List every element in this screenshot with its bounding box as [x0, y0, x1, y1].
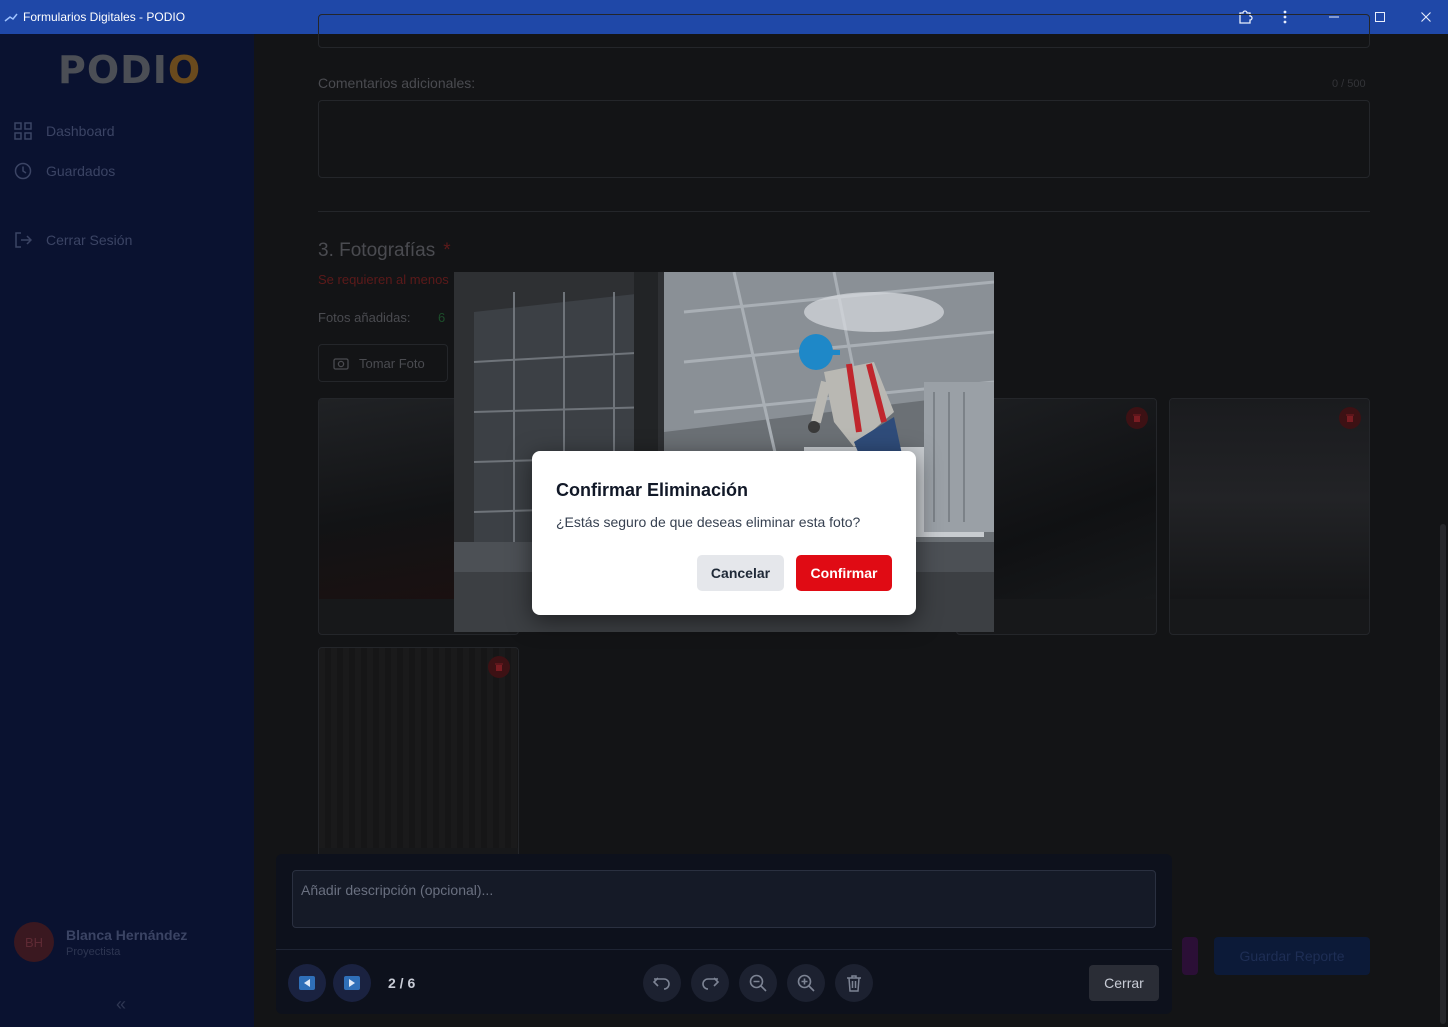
close-viewer-button[interactable]: Cerrar: [1089, 965, 1159, 1001]
delete-photo-button[interactable]: [835, 964, 873, 1002]
zoom-in-icon: [797, 974, 815, 992]
previous-photo-button[interactable]: [288, 964, 326, 1002]
trash-icon: [847, 975, 861, 992]
take-photo-label: Tomar Foto: [359, 355, 425, 371]
scrollbar[interactable]: [1440, 524, 1446, 1024]
previous-icon: [299, 976, 315, 990]
user-role: Proyectista: [66, 945, 121, 958]
sidebar-item-guardados[interactable]: Guardados: [14, 162, 115, 180]
zoom-in-button[interactable]: [787, 964, 825, 1002]
logout-icon: [15, 232, 32, 248]
confirm-button[interactable]: Confirmar: [796, 555, 892, 591]
user-name: Blanca Hernández: [66, 926, 188, 943]
window-title: Formularios Digitales - PODIO: [23, 10, 186, 24]
required-mark: *: [443, 240, 451, 261]
comments-counter: 0 / 500: [1332, 78, 1366, 90]
photos-added-label: Fotos añadidas:: [318, 310, 411, 325]
section-divider: [318, 211, 1370, 212]
photo-viewer-toolbar: 2 / 6 Cerrar: [276, 854, 1172, 1014]
comments-label: Comentarios adicionales:: [318, 75, 476, 91]
dialog-title: Confirmar Eliminación: [556, 480, 749, 500]
cancel-button[interactable]: Cancelar: [697, 555, 784, 591]
delete-photo-icon[interactable]: [488, 656, 510, 678]
clock-icon: [14, 162, 32, 180]
user-profile: BH Blanca Hernández Proyectista: [14, 922, 187, 962]
photo-thumbnail[interactable]: [318, 647, 519, 884]
delete-photo-icon[interactable]: [1339, 407, 1361, 429]
rotate-right-button[interactable]: [691, 964, 729, 1002]
required-text: Se requieren al menos: [318, 272, 449, 287]
close-window-button[interactable]: [1414, 6, 1438, 28]
sidebar: PODIO Dashboard Guardados Cerrar Sesión …: [0, 34, 254, 1027]
rotate-left-button[interactable]: [643, 964, 681, 1002]
photo-thumbnail[interactable]: [1169, 398, 1370, 635]
next-icon: [344, 976, 360, 990]
photo-counter: 2 / 6: [388, 975, 416, 991]
photos-added-count: 6: [438, 310, 446, 325]
camera-icon: [333, 358, 349, 370]
sidebar-item-dashboard[interactable]: Dashboard: [14, 122, 115, 140]
take-photo-button[interactable]: Tomar Foto: [318, 344, 448, 382]
grid-icon: [14, 122, 32, 140]
zoom-out-icon: [749, 974, 767, 992]
comments-field[interactable]: [318, 100, 1370, 178]
delete-photo-icon[interactable]: [1126, 407, 1148, 429]
secondary-action-button[interactable]: [1182, 937, 1198, 975]
sidebar-item-label: Cerrar Sesión: [46, 232, 133, 248]
photo-description-input[interactable]: [292, 870, 1156, 928]
maximize-button[interactable]: [1368, 6, 1392, 28]
section-title: 3. Fotografías *: [318, 240, 451, 261]
collapse-sidebar-icon[interactable]: «: [116, 994, 126, 1015]
next-photo-button[interactable]: [333, 964, 371, 1002]
sidebar-item-label: Guardados: [46, 163, 116, 179]
rotate-left-icon: [652, 977, 670, 990]
confirm-delete-dialog: Confirmar Eliminación ¿Estás seguro de q…: [532, 451, 916, 615]
zoom-out-button[interactable]: [739, 964, 777, 1002]
app-icon: [4, 13, 18, 22]
toolbar-divider: [276, 949, 1172, 950]
avatar: BH: [14, 922, 54, 962]
previous-field: [318, 14, 1370, 48]
sidebar-item-logout[interactable]: Cerrar Sesión: [14, 231, 132, 249]
save-report-button[interactable]: Guardar Reporte: [1214, 937, 1370, 975]
rotate-right-icon: [702, 977, 720, 990]
sidebar-item-label: Dashboard: [46, 123, 115, 139]
dialog-message: ¿Estás seguro de que deseas eliminar est…: [556, 514, 861, 530]
podio-logo: PODIO: [58, 48, 202, 92]
